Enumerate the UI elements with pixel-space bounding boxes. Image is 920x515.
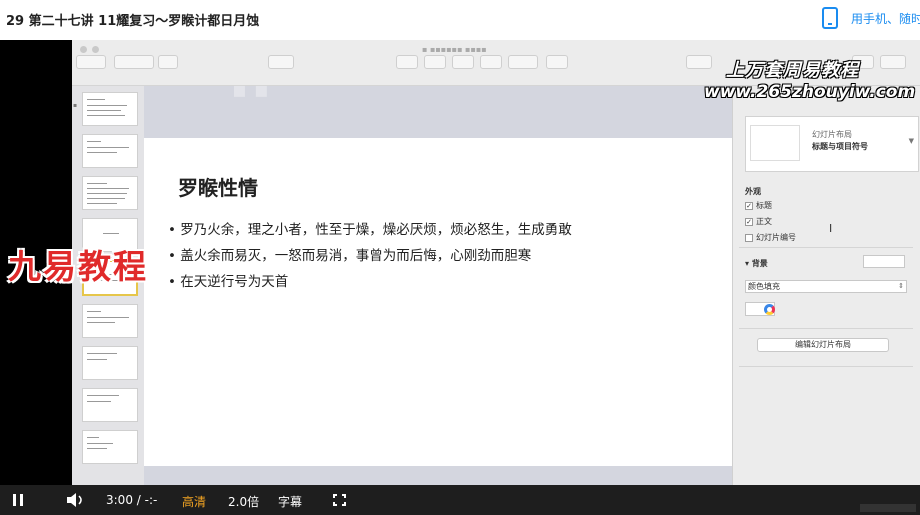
divider: [739, 247, 913, 248]
document-icon: [880, 55, 906, 69]
watermark-brand-left: 九易教程: [8, 247, 148, 286]
slide: 罗睺性情 罗乃火余，理之小者，性至于燥，燥必厌烦，烦必怒生，生成勇敢 盖火余而易…: [144, 138, 732, 466]
slide-thumbnail: [82, 134, 138, 168]
media-icon: [508, 55, 538, 69]
layout-label: 幻灯片布局: [812, 130, 852, 139]
mobile-watch-link[interactable]: 用手机、随时: [851, 10, 920, 27]
chevron-down-icon: ▼: [908, 137, 914, 145]
slide-thumbnail: [82, 430, 138, 464]
slide-thumbnail: [82, 388, 138, 422]
slide-number: ▪: [73, 102, 78, 109]
phone-icon[interactable]: [822, 7, 838, 29]
background-swatch: [863, 255, 905, 268]
watermark-url: www.265zhouyiw.com: [704, 82, 916, 102]
window-close-dot: [80, 46, 87, 53]
fullscreen-icon[interactable]: [333, 494, 346, 506]
keynote-window: ▪ ▪▪▪▪▪▪ ▪▪▪▪ ▪ 罗睺性情 • 罗乃火余，理之小者，性至于燥，燥必…: [72, 40, 920, 485]
bullet-item: 在天逆行号为天首: [168, 272, 572, 298]
slide-number-checkbox-label: 幻灯片编号: [756, 233, 796, 242]
comment-icon: [546, 55, 568, 69]
appearance-heading: 外观: [745, 187, 761, 196]
divider: [739, 328, 913, 329]
player-controls: 3:00 / -:- 高清 2.0倍 字幕: [0, 485, 920, 515]
speed-button[interactable]: 2.0倍: [228, 493, 259, 510]
bullet-item: 盖火余而易灭，一怒而易消，事曾为而后悔，心刚劲而胆寒: [168, 246, 572, 272]
fill-select: 颜色填充 ⇕: [745, 280, 907, 293]
watermark-brand-top: 上万套周易教程: [726, 60, 859, 81]
format-inspector: 幻灯片布局 标题与项目符号 ▼ 外观 ✓ 标题 ✓ 正文 幻灯片编号 I ▾ 背景 …: [732, 86, 920, 485]
layout-card: 幻灯片布局 标题与项目符号 ▼: [745, 116, 919, 172]
bullet-item: 罗乃火余，理之小者，性至于燥，燥必厌烦，烦必怒生，生成勇敢: [168, 220, 572, 246]
text-cursor-icon: I: [829, 222, 833, 235]
slide-bullets: 罗乃火余，理之小者，性至于燥，燥必厌烦，烦必怒生，生成勇敢 盖火余而易灭，一怒而…: [168, 220, 572, 298]
slide-number-checkbox: 幻灯片编号: [745, 232, 796, 243]
page-header: 29 第二十七讲 11耀复习～罗睺计都日月蚀 用手机、随时: [0, 0, 920, 40]
fill-select-value: 颜色填充: [748, 282, 780, 291]
color-wheel-icon: [764, 304, 775, 315]
title-checkbox-label: 标题: [756, 201, 772, 210]
subtitle-button[interactable]: 字幕: [278, 493, 302, 510]
shape-icon: [480, 55, 502, 69]
slide-thumbnail: [82, 92, 138, 126]
body-checkbox-label: 正文: [756, 217, 772, 226]
table-icon: [396, 55, 418, 69]
slide-thumbnail: [82, 346, 138, 380]
chart-icon: [424, 55, 446, 69]
volume-icon[interactable]: [66, 493, 86, 507]
slide-thumbnail: [82, 304, 138, 338]
zoom-menu-icon: [114, 55, 154, 69]
add-slide-icon: [158, 55, 178, 69]
background-heading-label: 背景: [751, 259, 768, 268]
document-title-faint: ▪ ▪▪▪▪▪▪ ▪▪▪▪: [422, 45, 487, 54]
play-icon: [268, 55, 294, 69]
time-display: 3:00 / -:-: [106, 493, 158, 507]
faint-overlay-text: ▪ ▪: [232, 78, 269, 103]
text-icon: [452, 55, 474, 69]
slide-thumbnail: [82, 176, 138, 210]
view-menu-icon: [76, 55, 106, 69]
background-heading: ▾ 背景: [745, 259, 768, 268]
select-arrows-icon: ⇕: [898, 282, 904, 290]
quality-button[interactable]: 高清: [182, 493, 206, 510]
video-player[interactable]: ▪ ▪▪▪▪▪▪ ▪▪▪▪ ▪ 罗睺性情 • 罗乃火余，理之小者，性至于燥，燥必…: [0, 40, 920, 515]
body-checkbox: ✓ 正文: [745, 217, 772, 226]
pause-icon[interactable]: [10, 485, 28, 515]
slide-canvas: 罗睺性情 罗乃火余，理之小者，性至于燥，燥必厌烦，烦必怒生，生成勇敢 盖火余而易…: [144, 86, 732, 485]
window-minimize-dot: [92, 46, 99, 53]
edit-slide-layout-button: 编辑幻灯片布局: [757, 338, 889, 352]
divider: [739, 366, 913, 367]
lesson-title: 29 第二十七讲 11耀复习～罗睺计都日月蚀: [6, 14, 260, 29]
layout-preview: [750, 125, 800, 161]
corner-badge: [860, 504, 916, 512]
collaborate-icon: [686, 55, 712, 69]
layout-value: 标题与项目符号: [812, 142, 868, 151]
slide-title: 罗睺性情: [178, 176, 258, 200]
title-checkbox: ✓ 标题: [745, 201, 772, 210]
